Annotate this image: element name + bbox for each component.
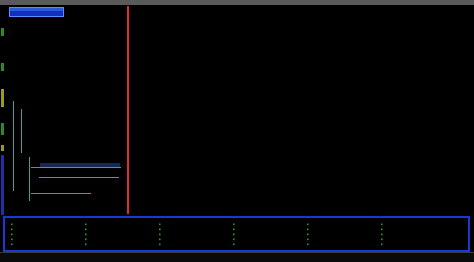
keymap-entry[interactable]: ■ [307,238,310,241]
key-icon: ■ [159,228,161,231]
key-icon: ■ [11,233,13,236]
keymap-entry[interactable]: ■ [159,243,162,246]
keymap-entry[interactable]: ■ [85,223,88,226]
keymap-entry[interactable]: ■ [307,233,310,236]
indent-guide [29,157,30,201]
key-icon: ■ [11,238,13,241]
keymap-entry[interactable]: ■ [307,243,310,246]
key-icon: ■ [159,223,161,226]
key-icon: ■ [85,228,87,231]
key-icon: ■ [159,233,161,236]
keymap-entry[interactable]: ■ [381,238,384,241]
color-column [127,6,129,214]
key-icon: ■ [307,233,309,236]
sign-column [0,5,9,215]
key-icon: ■ [85,238,87,241]
keymap-entry[interactable]: ■ [11,228,14,231]
visual-selection [40,163,120,167]
keymap-entry[interactable]: ■ [159,228,162,231]
keymap-entry[interactable]: ■ [11,238,14,241]
key-icon: ■ [85,233,87,236]
bracket-underline [39,177,119,178]
keymap-entry[interactable]: ■ [233,233,236,236]
git-changed-marker [1,145,4,151]
key-icon: ■ [85,243,87,246]
key-icon: ■ [307,228,309,231]
keymap-entry[interactable]: ■ [85,238,88,241]
key-icon: ■ [307,223,309,226]
key-icon: ■ [307,243,309,246]
key-icon: ■ [233,238,235,241]
keymap-entry[interactable]: ■ [381,233,384,236]
key-icon: ■ [159,238,161,241]
keymap-entry[interactable]: ■ [11,233,14,236]
keymap-entry[interactable]: ■ [307,223,310,226]
key-icon: ■ [381,228,383,231]
keymap-entry[interactable]: ■ [381,243,384,246]
key-icon: ■ [307,238,309,241]
keymap-entry[interactable]: ■ [233,243,236,246]
indent-guide [13,101,14,191]
git-changed-marker [1,89,4,107]
key-icon: ■ [233,223,235,226]
key-icon: ■ [381,223,383,226]
key-icon: ■ [233,233,235,236]
bracket-underline [31,167,121,168]
keymap-entry[interactable]: ■ [307,228,310,231]
keymap-entry[interactable]: ■ [381,228,384,231]
keymap-entry[interactable]: ■ [11,223,14,226]
indent-guide [21,109,22,153]
key-icon: ■ [159,243,161,246]
keymap-entry[interactable]: ■ [85,243,88,246]
git-added-marker [1,123,4,135]
git-added-marker [1,63,4,71]
completion-popup[interactable] [9,7,64,17]
key-icon: ■ [381,243,383,246]
keymap-entry[interactable]: ■ [85,233,88,236]
title-bar [0,0,474,5]
key-icon: ■ [11,243,13,246]
keymap-entry[interactable]: ■ [159,223,162,226]
keymap-entry[interactable]: ■ [233,228,236,231]
bracket-underline [31,193,91,194]
keymap-entry[interactable]: ■ [381,223,384,226]
keymap-entry[interactable]: ■ [233,223,236,226]
key-icon: ■ [85,223,87,226]
bottom-panel: ■ ■ ■ ■ ■ ■ ■ ■ ■ ■ ■ ■ ■ ■ ■ ■ ■ ■ ■ ■ ■ ■ ■ ■ ■ ■ ■ ■ ■ ■ [3,216,470,252]
key-icon: ■ [381,233,383,236]
keymap-entry[interactable]: ■ [159,238,162,241]
keymap-entry[interactable]: ■ [233,238,236,241]
completion-item[interactable] [10,14,63,17]
key-icon: ■ [381,238,383,241]
key-icon: ■ [233,228,235,231]
key-icon: ■ [11,228,13,231]
keymap-entry[interactable]: ■ [11,243,14,246]
keymap-entry[interactable]: ■ [159,233,162,236]
key-icon: ■ [233,243,235,246]
key-icon: ■ [11,223,13,226]
keymap-entry[interactable]: ■ [85,228,88,231]
code-editor[interactable] [9,17,469,214]
git-modified-marker [1,155,4,215]
git-added-marker [1,28,4,36]
